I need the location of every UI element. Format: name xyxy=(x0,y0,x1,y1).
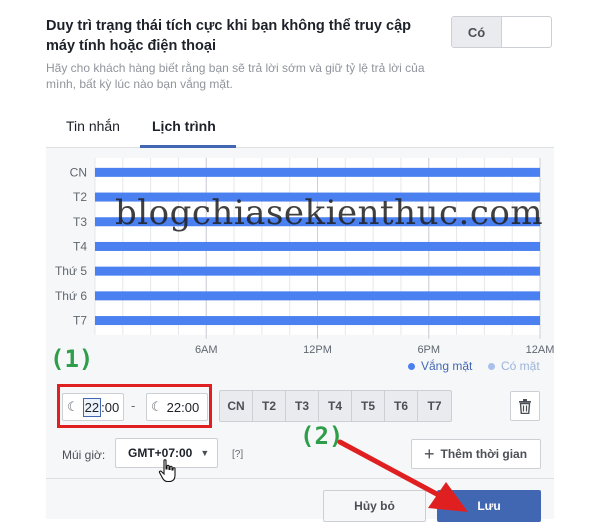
schedule-chart: 6AM 12PM 6PM 12AM CN T2 T3 T4 Thứ 5 Thứ 6 T7 xyxy=(55,158,554,354)
chart-x-tick-label: 12PM xyxy=(303,344,332,354)
add-time-label: Thêm thời gian xyxy=(440,447,528,461)
chart-bar-away xyxy=(95,291,540,301)
timezone-help-link[interactable]: [?] xyxy=(232,449,243,460)
tab-messages[interactable]: Tin nhắn xyxy=(66,118,120,134)
chart-bar-away xyxy=(95,266,540,276)
chart-y-tick-label: Thứ 6 xyxy=(55,289,87,303)
chart-x-tick-label: 6AM xyxy=(195,344,218,354)
day-button-t5[interactable]: T5 xyxy=(352,391,385,421)
add-time-button[interactable]: + Thêm thời gian xyxy=(411,439,541,469)
chart-y-tick-label: Thứ 5 xyxy=(55,264,87,278)
legend-away-dot xyxy=(408,362,415,370)
day-button-t4[interactable]: T4 xyxy=(319,391,352,421)
tab-schedule[interactable]: Lịch trình xyxy=(152,118,216,134)
toggle-on-label: Có xyxy=(452,17,502,47)
hand-cursor-icon xyxy=(158,459,176,483)
plus-icon: + xyxy=(424,443,435,464)
legend-present: Có mặt xyxy=(488,359,540,373)
tab-bar: Tin nhắn Lịch trình xyxy=(46,104,554,148)
cancel-button[interactable]: Hủy bỏ xyxy=(323,490,426,522)
day-selector: CN T2 T3 T4 T5 T6 T7 xyxy=(219,390,452,422)
trash-icon xyxy=(519,398,531,414)
legend-away: Vắng mặt xyxy=(408,359,472,373)
caret-down-icon: ▼ xyxy=(200,448,210,458)
day-button-t6[interactable]: T6 xyxy=(385,391,418,421)
chart-y-tick-label: T7 xyxy=(73,314,87,328)
chart-x-tick-label: 12AM xyxy=(526,344,554,354)
day-button-cn[interactable]: CN xyxy=(220,391,253,421)
legend-present-dot xyxy=(488,362,495,370)
timezone-value: GMT+07:00 xyxy=(128,446,193,460)
chart-bar-away xyxy=(95,316,540,326)
chart-bar-away xyxy=(95,241,540,251)
annotation-step-1: (1) xyxy=(50,345,94,373)
active-tab-indicator xyxy=(140,145,236,148)
section-title: Duy trì trạng thái tích cực khi bạn khôn… xyxy=(46,18,411,54)
timezone-label: Múi giờ: xyxy=(62,448,106,462)
delete-button[interactable] xyxy=(510,391,540,421)
legend-present-label: Có mặt xyxy=(501,359,540,373)
chart-y-tick-label: T4 xyxy=(73,239,87,253)
legend-away-label: Vắng mặt xyxy=(421,359,473,373)
day-button-t7[interactable]: T7 xyxy=(418,391,451,421)
chart-x-tick-label: 6PM xyxy=(417,344,440,354)
annotation-highlight-box xyxy=(57,384,212,428)
watermark-text: blogchiasekienthuc.com xyxy=(115,193,544,233)
save-button[interactable]: Lưu xyxy=(437,490,541,522)
annotation-step-2: (2) xyxy=(300,422,344,450)
chart-y-tick-label: T2 xyxy=(73,190,87,204)
chart-y-tick-label: T3 xyxy=(73,215,87,229)
chart-bar-away xyxy=(95,167,540,177)
section-description: Hãy cho khách hàng biết rằng bạn sẽ trả … xyxy=(46,61,425,91)
away-toggle[interactable]: Có xyxy=(451,16,552,48)
day-button-t2[interactable]: T2 xyxy=(253,391,286,421)
day-button-t3[interactable]: T3 xyxy=(286,391,319,421)
chart-y-tick-label: CN xyxy=(70,165,87,179)
footer-divider xyxy=(46,478,554,479)
